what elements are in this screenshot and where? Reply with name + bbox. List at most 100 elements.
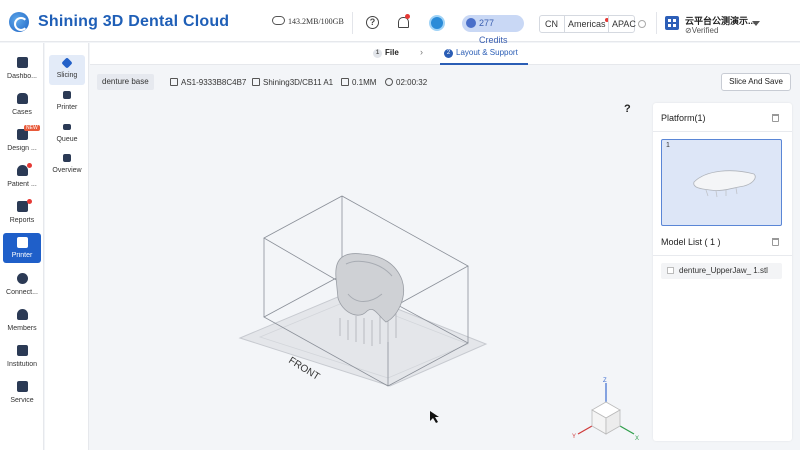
sidebar-item-connect[interactable]: Connect...	[3, 271, 41, 301]
layer-thickness: 0.1MM	[341, 78, 376, 87]
step-label: File	[385, 48, 399, 57]
notification-dot	[27, 199, 32, 204]
divider	[653, 131, 792, 132]
subnav-overview[interactable]: Overview	[49, 150, 85, 180]
sidebar-item-label: Members	[7, 325, 37, 332]
step-number: 1	[373, 49, 382, 58]
institution-icon	[17, 345, 28, 356]
brand-title: Shining 3D Dental Cloud	[38, 13, 230, 30]
sidebar-item-label: Institution	[7, 361, 37, 368]
job-id: AS1-9333B8C4B7	[170, 78, 246, 87]
sidebar-item-printer[interactable]: Printer	[3, 233, 41, 263]
sidebar-item-label: Cases	[12, 109, 32, 116]
main-sidebar: Dashbo... Cases NEW Design ... Patient .…	[0, 43, 44, 450]
app-launcher-icon[interactable]	[429, 15, 445, 31]
printer-model: Shining3D/CB11 A1	[252, 78, 333, 87]
trash-icon[interactable]	[772, 114, 779, 122]
subnav-printer[interactable]: Printer	[49, 87, 85, 117]
dashboard-icon	[17, 57, 28, 68]
sidebar-item-institution[interactable]: Institution	[3, 343, 41, 373]
print-time-text: 02:00:32	[396, 78, 428, 87]
step-layout-support[interactable]: 2 Layout & Support	[444, 48, 518, 58]
printer-sub-sidebar: Slicing Printer Queue Overview	[45, 43, 89, 450]
chevron-down-icon[interactable]	[752, 21, 760, 26]
sidebar-item-members[interactable]: Members	[3, 307, 41, 337]
right-panel: Platform(1) 1 Model List ( 1 ) denture_U…	[653, 103, 792, 441]
build-volume-scene[interactable]: FRONT Z Y X	[90, 98, 650, 450]
sidebar-item-label: Patient ...	[7, 181, 37, 188]
members-icon	[17, 309, 28, 320]
material-tag[interactable]: denture base	[97, 74, 154, 90]
model-list-title: Model List ( 1 )	[661, 237, 721, 247]
layers-icon	[341, 78, 349, 86]
mouse-cursor-icon	[430, 411, 439, 423]
bell-icon[interactable]	[396, 14, 410, 29]
storage-text: 143.2MB/100GB	[288, 17, 344, 26]
sidebar-item-label: Dashbo...	[7, 73, 37, 80]
region-switcher[interactable]: CN Americas APAC	[539, 15, 636, 33]
credits-badge[interactable]: 277 Credits	[462, 15, 524, 45]
printer-icon	[252, 78, 260, 86]
step-navigation: 1 File › 2 Layout & Support	[90, 43, 800, 65]
model-checkbox[interactable]	[667, 267, 674, 274]
layer-thickness-text: 0.1MM	[352, 78, 377, 87]
trash-icon[interactable]	[772, 238, 779, 246]
printer-icon	[17, 237, 28, 248]
brand-logo-icon[interactable]	[9, 12, 29, 32]
platform-title: Platform(1)	[661, 113, 706, 123]
step-label: Layout & Support	[456, 48, 518, 57]
sidebar-item-dashboard[interactable]: Dashbo...	[3, 55, 41, 85]
sidebar-item-label: Reports	[9, 217, 35, 224]
divider	[352, 12, 353, 34]
slicing-icon	[61, 57, 73, 69]
print-time: 02:00:32	[385, 78, 427, 87]
sidebar-item-label: Connect...	[6, 289, 38, 296]
subnav-label: Slicing	[56, 72, 78, 79]
sidebar-item-patient[interactable]: Patient ...	[3, 163, 41, 193]
subnav-slicing[interactable]: Slicing	[49, 55, 85, 85]
model-file-name: denture_UpperJaw_ 1.stl	[679, 266, 768, 275]
sidebar-item-reports[interactable]: Reports	[3, 199, 41, 229]
step-number: 2	[444, 49, 453, 58]
3d-viewport[interactable]: ? FRONT Z Y X	[90, 98, 650, 450]
help-icon[interactable]: ?	[366, 16, 379, 29]
info-icon[interactable]	[638, 20, 646, 28]
new-badge: NEW	[24, 125, 40, 131]
sidebar-item-design[interactable]: NEW Design ...	[3, 125, 41, 157]
subnav-label: Overview	[52, 167, 82, 174]
platform-card[interactable]: 1	[661, 139, 782, 226]
sidebar-item-label: Printer	[11, 252, 33, 259]
orientation-gizmo[interactable]: Z Y X	[572, 378, 639, 442]
divider	[653, 255, 792, 256]
slice-and-save-button[interactable]: Slice And Save	[721, 73, 791, 91]
cloud-icon	[272, 16, 285, 25]
step-file[interactable]: 1 File	[373, 48, 399, 58]
job-id-text: AS1-9333B8C4B7	[181, 78, 247, 87]
service-icon	[17, 381, 28, 392]
chart-icon	[63, 154, 71, 162]
sidebar-item-cases[interactable]: Cases	[3, 91, 41, 121]
tooth-icon	[17, 93, 28, 104]
sidebar-item-service[interactable]: Service	[3, 379, 41, 409]
axis-z-label: Z	[603, 378, 607, 384]
organization-icon	[665, 16, 679, 30]
region-americas[interactable]: Americas	[564, 16, 609, 32]
top-bar: Shining 3D Dental Cloud 143.2MB/100GB ? …	[0, 0, 800, 45]
chevron-right-icon: ›	[420, 47, 423, 57]
job-info-bar: denture base AS1-9333B8C4B7 Shining3D/CB…	[90, 66, 800, 98]
platform-thumbnail	[693, 170, 756, 198]
verified-status: ⊘Verified	[685, 26, 719, 35]
model-list-item[interactable]: denture_UpperJaw_ 1.stl	[661, 263, 782, 279]
clock-icon	[385, 78, 393, 86]
help-icon[interactable]: ?	[624, 103, 631, 115]
region-apac[interactable]: APAC	[608, 16, 636, 32]
queue-icon	[63, 124, 71, 130]
storage-usage: 143.2MB/100GB	[272, 16, 344, 26]
printer-model-text: Shining3D/CB11 A1	[263, 78, 334, 87]
divider	[656, 12, 657, 34]
platform-number: 1	[666, 142, 670, 149]
subnav-queue[interactable]: Queue	[49, 119, 85, 149]
printer-icon	[63, 91, 71, 99]
subnav-label: Printer	[56, 104, 78, 111]
region-cn[interactable]: CN	[545, 16, 558, 32]
